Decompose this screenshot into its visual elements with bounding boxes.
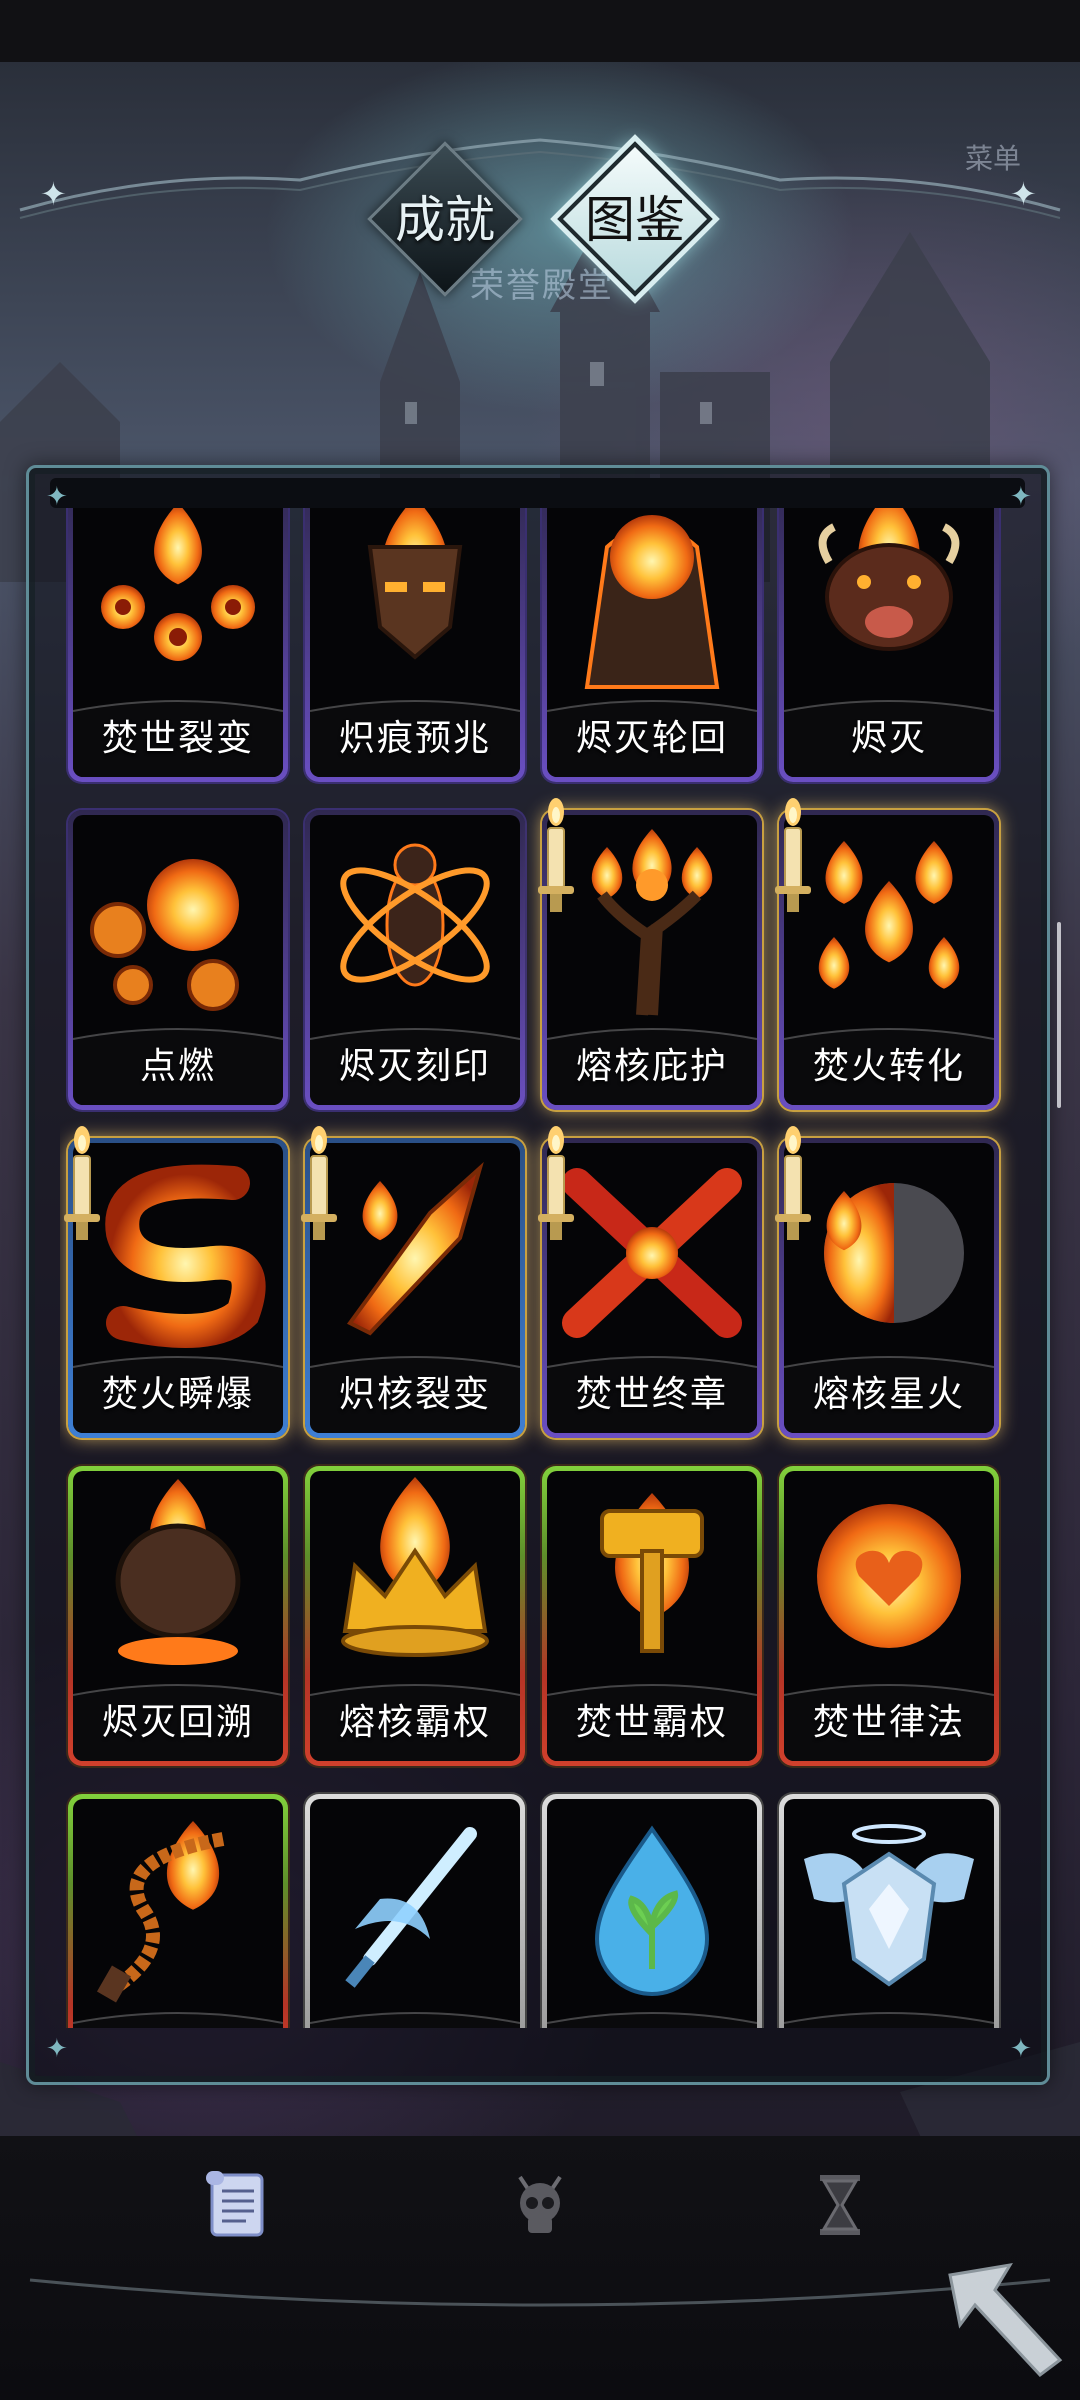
codex-card-inner: 炽痕预兆 [310, 508, 520, 777]
codex-card[interactable]: 焚世霸权 [542, 1466, 762, 1766]
tab-achievement[interactable]: 成就 [340, 141, 550, 300]
codex-card[interactable]: 烬灭 [779, 508, 999, 782]
card-name: 叶脉校准 [784, 2021, 994, 2028]
top-right-text: 菜单 [965, 142, 1022, 175]
svg-text:✦: ✦ [40, 175, 67, 213]
status-bar [0, 0, 1080, 62]
hourglass-icon[interactable] [800, 2165, 880, 2245]
molten-rock-icon [115, 1479, 241, 1665]
codex-card[interactable]: 焚世终章 [538, 1126, 762, 1438]
codex-card[interactable]: 熔核霸权 [305, 1466, 525, 1766]
codex-grid-viewport[interactable]: 焚世裂变 炽痕预兆 烬灭轮回 烬灭 点燃 烬灭刻印 熔核庇护 焚火转化 焚火瞬爆… [60, 508, 1020, 2028]
winged-crystal-shield-icon [804, 1824, 974, 1987]
codex-card[interactable]: 青露淬刃 [305, 1794, 525, 2028]
card-name: 焚火瞬爆 [101, 1374, 254, 1415]
codex-card-inner: 焚世裂变 [73, 508, 283, 777]
codex-card[interactable]: 焚火瞬爆 [64, 1126, 288, 1438]
card-name: 焚火转化 [812, 1046, 965, 1087]
candle-icon [295, 1124, 343, 1244]
ice-dagger-icon [345, 1827, 477, 1988]
svg-text:✦: ✦ [1010, 175, 1037, 213]
card-name: 点燃 [139, 1046, 216, 1087]
candle-icon [532, 796, 580, 916]
panel-corner-star-icon: ✦ [46, 2034, 68, 2064]
card-name: 焚世裂变 [101, 718, 254, 759]
codex-card-inner: 焚世律法 [784, 1471, 994, 1761]
flame-crown-icon [341, 1477, 489, 1657]
card-name: 熔核星火 [812, 1374, 965, 1415]
scrollbar-thumb[interactable] [1057, 922, 1061, 1108]
codex-card-inner: 青露淬刃 [310, 1799, 520, 2028]
panel-corner-star-icon: ✦ [1010, 2034, 1032, 2064]
codex-card[interactable]: 烬灭回溯 [68, 1466, 288, 1766]
codex-card-inner: 甘露基座 [547, 1799, 757, 2028]
card-name: 炽核裂变 [338, 1374, 491, 1415]
molten-hand-icon [584, 515, 720, 689]
card-name: 炽痕预兆 [338, 718, 491, 759]
codex-card[interactable]: 熔核星火 [775, 1126, 999, 1438]
card-name: 熔核庇护 [575, 1046, 728, 1087]
codex-card[interactable]: 焚世律法 [779, 1466, 999, 1766]
flame-heart-sun-icon [817, 1504, 961, 1648]
flame-mask-icon [367, 508, 463, 660]
water-drop-sprout-icon [594, 1825, 710, 1996]
card-name: 火神赋予 [73, 2021, 283, 2028]
card-name: 甘露基座 [547, 2021, 757, 2028]
codex-card-inner: 点燃 [73, 815, 283, 1105]
fire-boar-icon [818, 508, 960, 651]
codex-card-inner: 火神赋予 [73, 1799, 283, 2028]
card-name: 烬灭轮回 [575, 718, 728, 759]
codex-card[interactable]: 炽痕预兆 [305, 508, 525, 782]
tab-achievement-label: 成就 [395, 191, 495, 249]
codex-card[interactable]: 甘露基座 [542, 1794, 762, 2028]
candle-icon [769, 796, 817, 916]
card-name: 烬灭回溯 [101, 1702, 254, 1743]
card-name: 焚世霸权 [575, 1702, 728, 1743]
candle-icon [532, 1124, 580, 1244]
card-name: 焚世律法 [812, 1702, 965, 1743]
codex-card[interactable]: 点燃 [68, 810, 288, 1110]
fire-orbs-icon [101, 508, 255, 661]
card-name: 焚世终章 [575, 1374, 728, 1415]
codex-card-inner: 叶脉校准 [784, 1799, 994, 2028]
codex-card-inner: 烬灭 [784, 508, 994, 777]
card-name: 青露淬刃 [310, 2021, 520, 2028]
tab-codex-label: 图鉴 [585, 191, 685, 249]
panel-top-bar [50, 478, 1025, 508]
codex-card-inner: 烬灭刻印 [310, 815, 520, 1105]
tab-codex[interactable]: 图鉴 [530, 141, 740, 300]
bottom-ornament [29, 2278, 1051, 2307]
codex-card-inner: 熔核霸权 [310, 1471, 520, 1761]
fireball-burst-icon [90, 859, 239, 1011]
card-name: 熔核霸权 [338, 1702, 491, 1743]
flame-hammer-icon [600, 1493, 704, 1653]
codex-card[interactable]: 烬灭刻印 [305, 810, 525, 1110]
candle-icon [769, 1124, 817, 1244]
codex-card[interactable]: 烬灭轮回 [542, 508, 762, 782]
codex-card[interactable]: 焚火转化 [775, 798, 999, 1110]
codex-card-inner: 烬灭轮回 [547, 508, 757, 777]
codex-card[interactable]: 炽核裂变 [301, 1126, 525, 1438]
back-arrow-icon[interactable] [940, 2255, 1070, 2380]
codex-card-inner: 烬灭回溯 [73, 1471, 283, 1761]
scroll-icon[interactable] [200, 2165, 280, 2245]
codex-card[interactable]: 火神赋予 [68, 1794, 288, 2028]
skull-icon[interactable] [500, 2165, 580, 2245]
fire-whip-icon [96, 1821, 225, 2003]
orbit-golem-icon [340, 843, 490, 987]
codex-card[interactable]: 熔核庇护 [538, 798, 762, 1110]
codex-card[interactable]: 叶脉校准 [779, 1794, 999, 2028]
codex-card-inner: 焚世霸权 [547, 1471, 757, 1761]
card-name: 烬灭 [850, 718, 927, 759]
card-name: 烬灭刻印 [338, 1046, 491, 1087]
candle-icon [60, 1124, 106, 1244]
codex-card[interactable]: 焚世裂变 [68, 508, 288, 782]
